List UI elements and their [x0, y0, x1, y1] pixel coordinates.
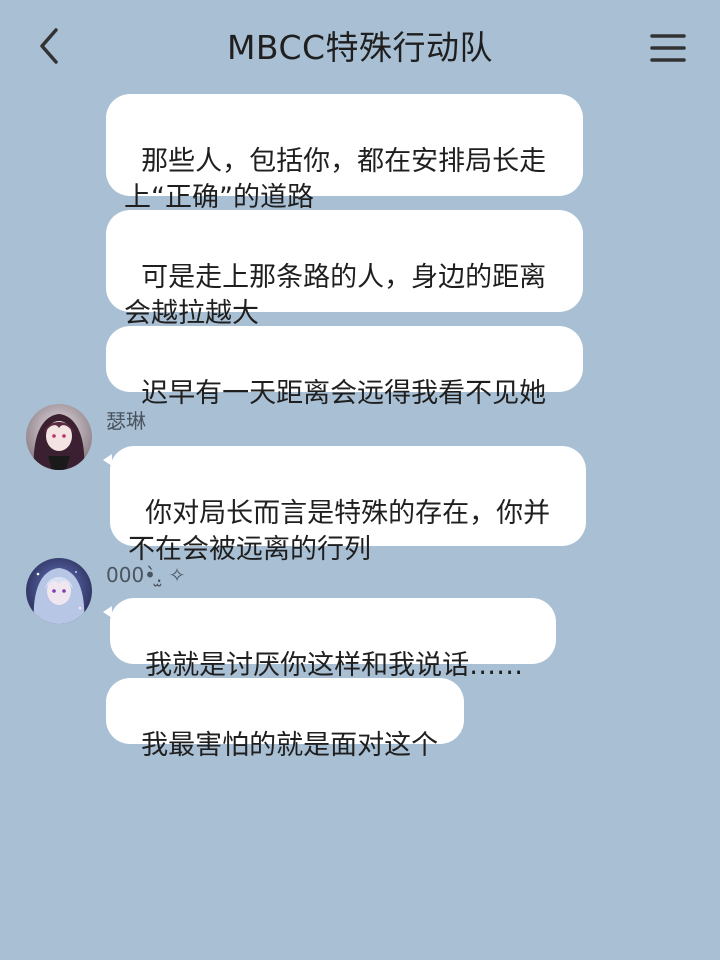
avatar[interactable] [26, 558, 92, 624]
message-bubble[interactable]: 我就是讨厌你这样和我说话…… [103, 598, 556, 681]
hamburger-menu-icon [650, 34, 686, 62]
message-bubble[interactable]: 那些人，包括你，都在安排局长走上“正确”的道路 [106, 94, 583, 213]
message-text: 那些人，包括你，都在安排局长走上“正确”的道路 [124, 146, 547, 213]
user-avatar-image [26, 558, 92, 624]
message-bubble[interactable]: 迟早有一天距离会远得我看不见她 [106, 326, 583, 409]
chat-title: MBCC特殊行动队 [226, 28, 494, 67]
message-text: 我就是讨厌你这样和我说话…… [145, 650, 524, 681]
sender-name: 瑟琳 [106, 409, 146, 433]
message-text: 可是走上那条路的人，身边的距离会越拉越大 [124, 262, 547, 329]
avatar[interactable] [26, 404, 92, 470]
message-bubble[interactable]: 我最害怕的就是面对这个 [106, 678, 464, 761]
sender-name: 000•̀.̫ ✧ [106, 563, 186, 587]
user-avatar-image [26, 404, 92, 470]
message-text: 迟早有一天距离会远得我看不见她 [141, 378, 547, 409]
message-bubble[interactable]: 可是走上那条路的人，身边的距离会越拉越大 [106, 210, 583, 329]
message-text: 你对局长而言是特殊的存在，你并不在会被远离的行列 [128, 498, 551, 565]
top-bar: MBCC特殊行动队 [0, 0, 720, 96]
message-bubble[interactable]: 你对局长而言是特殊的存在，你并不在会被远离的行列 [103, 446, 586, 565]
message-text: 我最害怕的就是面对这个 [141, 730, 439, 761]
menu-button[interactable] [648, 28, 688, 68]
